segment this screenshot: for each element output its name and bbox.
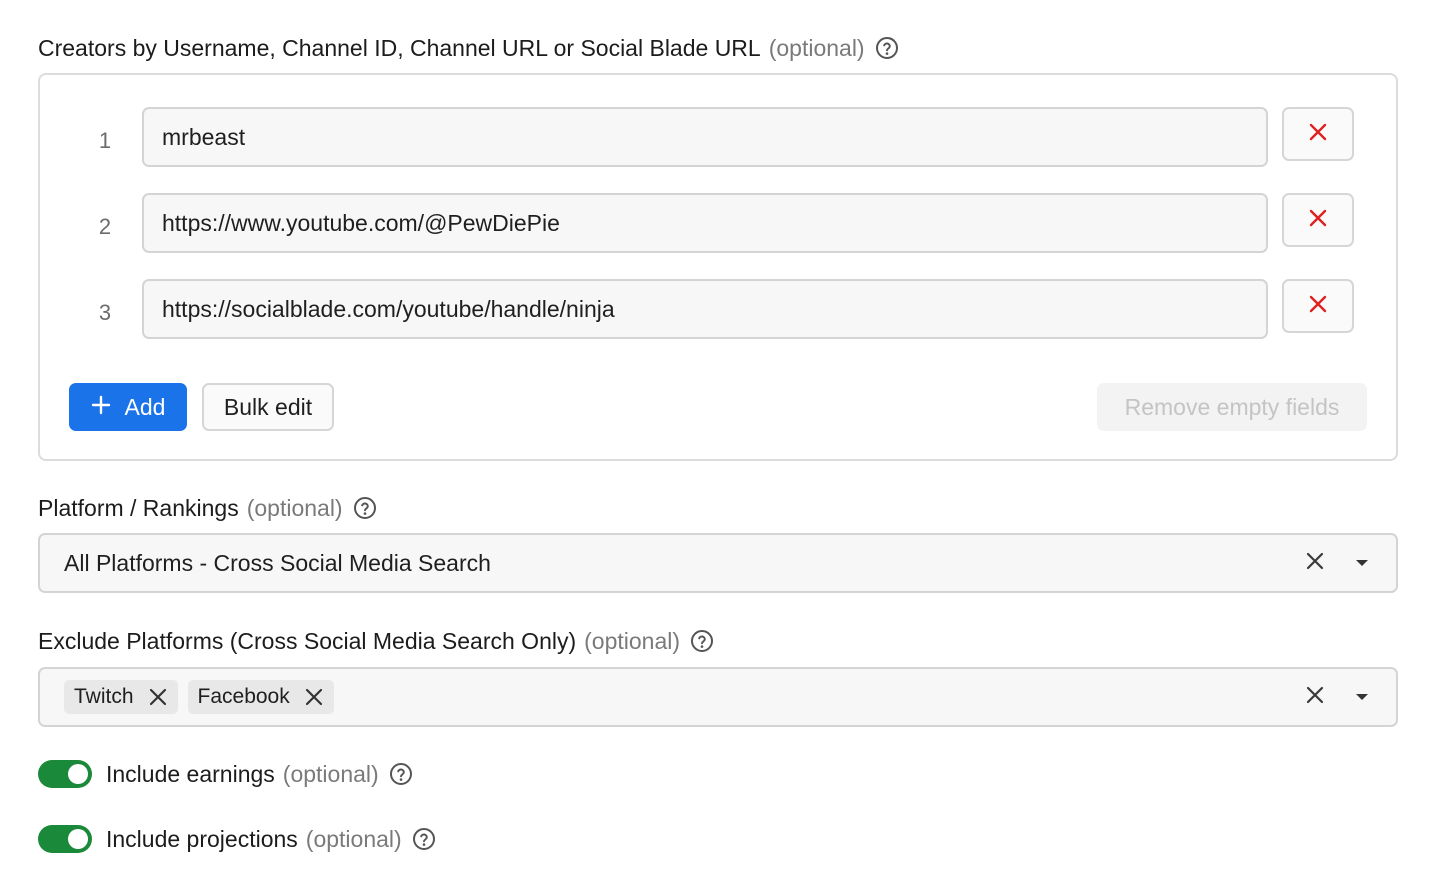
close-icon	[1306, 552, 1324, 575]
creators-label: Creators by Username, Channel ID, Channe…	[38, 33, 899, 63]
creator-input[interactable]: mrbeast	[142, 107, 1268, 167]
help-circle-icon[interactable]	[389, 762, 413, 786]
bulk-edit-button[interactable]: Bulk edit	[202, 383, 334, 431]
exclude-platforms-select[interactable]: Twitch Facebook	[38, 667, 1398, 727]
remove-row-button[interactable]	[1282, 279, 1354, 333]
tag-chip: Facebook	[187, 680, 334, 714]
selected-tags: Twitch Facebook	[64, 669, 334, 725]
actor-input-form: Creators by Username, Channel ID, Channe…	[0, 0, 1440, 880]
caret-down-icon[interactable]	[1350, 535, 1374, 591]
platform-label-text: Platform / Rankings	[38, 494, 239, 521]
toggle-knob	[68, 829, 88, 849]
include-earnings-toggle[interactable]	[38, 760, 92, 788]
exclude-platforms-label: Exclude Platforms (Cross Social Media Se…	[38, 626, 714, 656]
include-projections-toggle[interactable]	[38, 825, 92, 853]
exclude-optional-text: (optional)	[584, 627, 681, 654]
creators-list-panel: 1 mrbeast 2 https://www.youtube.com/@Pew…	[38, 73, 1398, 461]
close-icon	[1306, 686, 1324, 709]
platform-selected-value: All Platforms - Cross Social Media Searc…	[64, 549, 491, 576]
add-button-label: Add	[124, 393, 166, 420]
platform-optional-text: (optional)	[246, 494, 343, 521]
creator-input[interactable]: https://socialblade.com/youtube/handle/n…	[142, 279, 1268, 339]
tag-chip: Twitch	[64, 680, 178, 714]
remove-empty-fields-button[interactable]: Remove empty fields	[1097, 383, 1367, 431]
close-icon[interactable]	[148, 687, 168, 707]
close-icon	[1308, 122, 1328, 147]
row-index: 3	[98, 300, 112, 325]
help-circle-icon[interactable]	[412, 827, 436, 851]
close-icon	[1308, 294, 1328, 319]
platform-label: Platform / Rankings (optional)	[38, 493, 377, 523]
creator-input[interactable]: https://www.youtube.com/@PewDiePie	[142, 193, 1268, 253]
help-circle-icon[interactable]	[353, 496, 377, 520]
creators-label-text: Creators by Username, Channel ID, Channe…	[38, 34, 761, 61]
tag-label: Facebook	[197, 685, 290, 708]
earnings-optional-text: (optional)	[282, 760, 379, 787]
remove-row-button[interactable]	[1282, 193, 1354, 247]
include-projections-label: Include projections	[106, 825, 298, 852]
row-index: 1	[98, 128, 112, 153]
add-button[interactable]: Add	[69, 383, 187, 431]
help-circle-icon[interactable]	[875, 36, 899, 60]
exclude-label-text: Exclude Platforms (Cross Social Media Se…	[38, 627, 577, 654]
include-earnings-label: Include earnings	[106, 760, 275, 787]
close-icon	[1308, 208, 1328, 233]
platform-select[interactable]: All Platforms - Cross Social Media Searc…	[38, 533, 1398, 593]
clear-selection-button[interactable]	[1302, 535, 1328, 591]
plus-icon	[91, 394, 111, 421]
close-icon[interactable]	[304, 687, 324, 707]
clear-selection-button[interactable]	[1302, 669, 1328, 725]
toggle-knob	[68, 764, 88, 784]
help-circle-icon[interactable]	[690, 629, 714, 653]
include-projections-row: Include projections (optional)	[38, 824, 436, 854]
tag-label: Twitch	[74, 685, 134, 708]
creators-optional-text: (optional)	[768, 34, 865, 61]
caret-down-icon[interactable]	[1350, 669, 1374, 725]
projections-optional-text: (optional)	[305, 825, 402, 852]
include-earnings-row: Include earnings (optional)	[38, 759, 413, 789]
row-index: 2	[98, 214, 112, 239]
remove-row-button[interactable]	[1282, 107, 1354, 161]
